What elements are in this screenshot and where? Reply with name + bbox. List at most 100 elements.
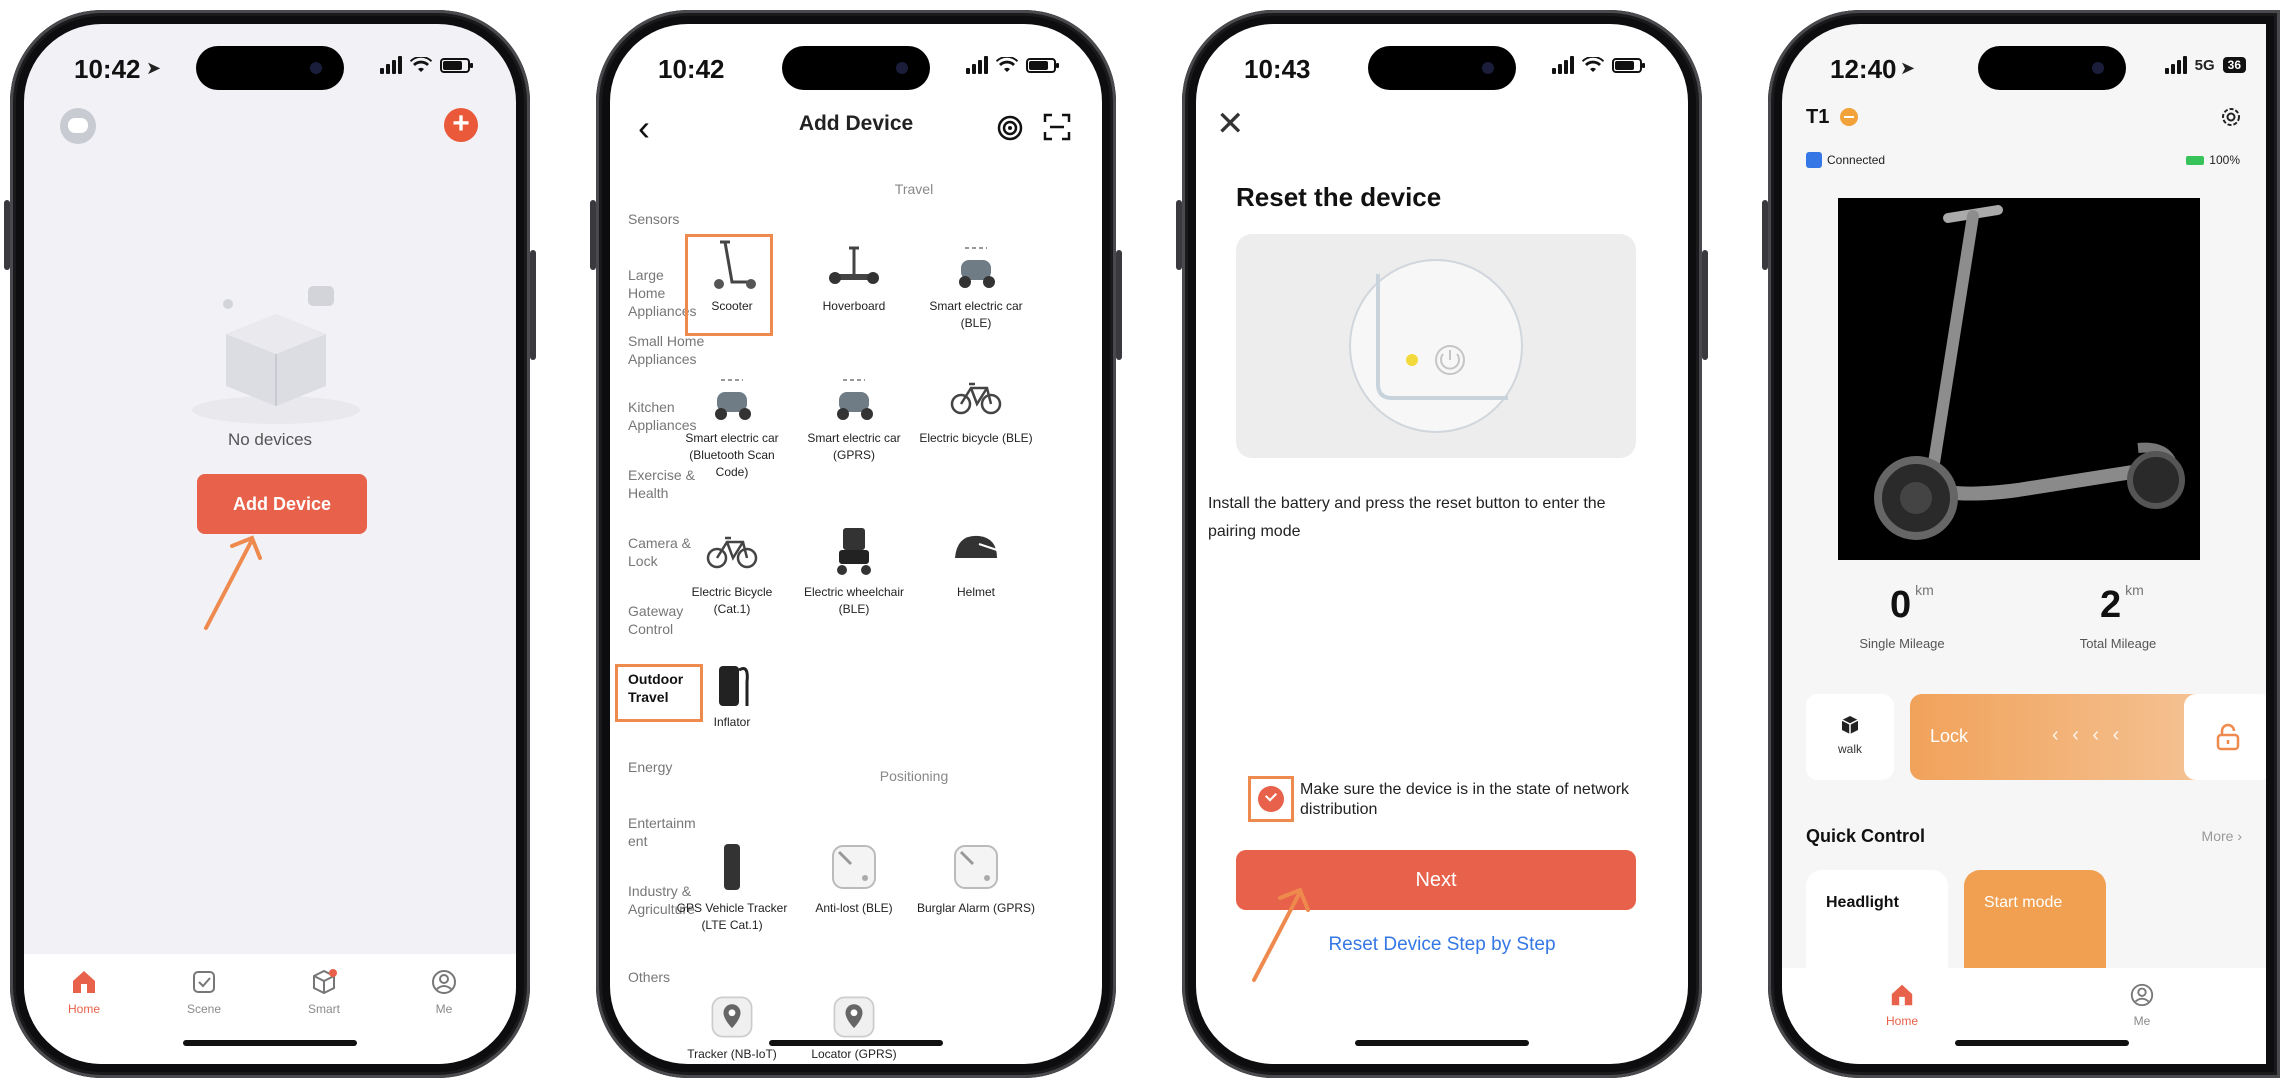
category-item[interactable]: Sensors xyxy=(628,210,718,228)
location-pin-icon xyxy=(711,996,753,1038)
settings-gear-icon[interactable] xyxy=(2220,106,2242,128)
reset-step-by-step-link[interactable]: Reset Device Step by Step xyxy=(1196,934,1688,956)
lock-slider[interactable]: Lock ‹ ‹ ‹ ‹ xyxy=(1910,694,2266,780)
battery-level: 100% xyxy=(2186,153,2240,167)
bluetooth-icon xyxy=(1806,152,1822,168)
screen: 12:40 ➤ 5G 36 T1 Connected 100% 0 km Sin… xyxy=(1782,24,2266,1064)
tab-bar: Home Me xyxy=(1782,968,2266,1064)
device-label: Inflator xyxy=(713,715,751,729)
smart-cube-icon xyxy=(313,969,337,995)
section-heading-positioning: Positioning xyxy=(879,768,949,784)
device-helmet[interactable]: Helmet xyxy=(916,524,1036,601)
tab-me-label: Me xyxy=(435,1002,453,1016)
tab-smart[interactable]: Smart xyxy=(284,968,364,1016)
category-item[interactable]: Small Home Appliances xyxy=(628,332,718,368)
total-mileage-unit: km xyxy=(2125,582,2144,598)
device-electric-wheelchair[interactable]: Electric wheelchair (BLE) xyxy=(794,524,914,618)
instruction-text: Install the battery and press the reset … xyxy=(1208,495,1606,540)
phone-home-empty: 10:42 ➤ + No devices Add Device Home Sce… xyxy=(4,10,536,1078)
total-mileage-number: 2 xyxy=(2100,584,2122,626)
scooter-photo xyxy=(1874,205,2185,540)
gps-tracker-icon xyxy=(724,844,740,890)
unlock-padlock-icon xyxy=(2216,723,2240,751)
highlight-box-scooter xyxy=(685,234,773,336)
dynamic-island xyxy=(196,46,344,90)
bicycle-icon xyxy=(950,382,1002,415)
walk-mode-button[interactable]: walk xyxy=(1806,694,1894,780)
screen: 10:43 ✕ Reset the device Install the bat… xyxy=(1196,24,1688,1064)
dynamic-island xyxy=(782,46,930,90)
category-item[interactable]: Energy xyxy=(628,758,718,776)
device-inflator[interactable]: Inflator xyxy=(672,654,792,731)
tag-icon xyxy=(954,845,998,889)
device-smart-electric-car-bluetooth[interactable]: Smart electric car (Bluetooth Scan Code) xyxy=(672,370,792,481)
electric-car-icon xyxy=(959,247,995,288)
location-pin-icon xyxy=(833,996,875,1038)
robot-avatar-icon[interactable] xyxy=(60,108,96,144)
signal-icon xyxy=(1552,56,1574,74)
home-indicator xyxy=(1355,1040,1529,1046)
tab-me[interactable]: Me xyxy=(2102,982,2182,1028)
more-link[interactable]: More › xyxy=(2202,828,2242,844)
device-label: Burglar Alarm (GPRS) xyxy=(916,901,1036,915)
reset-illustration xyxy=(1236,234,1636,458)
battery-level-icon xyxy=(2186,156,2205,165)
device-anti-lost[interactable]: Anti-lost (BLE) xyxy=(794,840,914,917)
device-label: Smart electric car (GPRS) xyxy=(807,431,901,462)
battery-icon xyxy=(1612,57,1645,73)
close-icon[interactable]: ✕ xyxy=(1216,104,1245,144)
status-time: 12:40 xyxy=(1830,54,1897,84)
device-smart-electric-car-gprs[interactable]: Smart electric car (GPRS) xyxy=(794,370,914,464)
tab-home[interactable]: Home xyxy=(44,968,124,1016)
device-electric-bicycle-ble[interactable]: Electric bicycle (BLE) xyxy=(916,370,1036,447)
scene-check-icon xyxy=(193,971,215,993)
category-item[interactable]: Others xyxy=(628,968,718,986)
page-title: Add Device xyxy=(798,112,914,135)
profile-icon xyxy=(432,970,456,994)
single-mileage-number: 0 xyxy=(1890,584,1912,626)
tab-me[interactable]: Me xyxy=(404,968,484,1016)
quick-control-heading: Quick Control xyxy=(1806,826,1926,846)
tab-scene[interactable]: Scene xyxy=(164,968,244,1016)
qr-scan-icon[interactable] xyxy=(1042,112,1072,142)
add-device-button[interactable]: Add Device xyxy=(197,474,367,534)
device-label: Locator (GPRS) xyxy=(811,1047,897,1061)
scan-target-icon[interactable] xyxy=(996,114,1024,142)
inflator-icon xyxy=(719,666,749,706)
wifi-icon xyxy=(410,57,432,72)
status-time: 10:43 xyxy=(1244,54,1311,84)
walk-cube-icon xyxy=(1841,716,1859,734)
location-arrow-icon: ➤ xyxy=(1900,58,1916,78)
power-button-illustration xyxy=(1349,259,1523,433)
device-electric-bicycle-cat1[interactable]: Electric Bicycle (Cat.1) xyxy=(672,524,792,618)
empty-box-illustration xyxy=(192,286,360,424)
device-locator[interactable]: Locator (GPRS) xyxy=(794,994,914,1063)
wheelchair-icon xyxy=(837,528,871,575)
device-smart-electric-car-ble[interactable]: Smart electric car (BLE) xyxy=(916,238,1036,332)
network-type: 5G xyxy=(2194,56,2215,74)
connection-status: Connected xyxy=(1827,153,1886,167)
phone-reset-device: 10:43 ✕ Reset the device Install the bat… xyxy=(1176,10,1708,1078)
phone-device-dashboard: 12:40 ➤ 5G 36 T1 Connected 100% 0 km Sin… xyxy=(1762,10,2280,1078)
tab-home[interactable]: Home xyxy=(1862,982,1942,1028)
profile-icon xyxy=(2130,983,2154,1007)
device-label: Tracker (NB-IoT) xyxy=(687,1047,777,1061)
device-burglar-alarm[interactable]: Burglar Alarm (GPRS) xyxy=(916,840,1036,917)
add-plus-button[interactable]: + xyxy=(444,108,478,142)
scooter-hero-image xyxy=(1838,198,2200,560)
single-mileage-label: Single Mileage xyxy=(1859,636,1945,651)
device-tracker[interactable]: Tracker (NB-IoT) xyxy=(672,994,792,1063)
lock-label: Lock xyxy=(1930,726,1969,746)
lock-handle[interactable] xyxy=(2184,694,2266,780)
tab-home-label: Home xyxy=(67,1002,100,1016)
tab-smart-label: Smart xyxy=(307,1002,340,1016)
tag-icon xyxy=(832,845,876,889)
device-label: Anti-lost (BLE) xyxy=(815,901,893,915)
signal-icon xyxy=(966,56,988,74)
walk-label: walk xyxy=(1837,742,1862,756)
battery-icon xyxy=(1026,57,1059,73)
device-hoverboard[interactable]: Hoverboard xyxy=(794,238,914,315)
status-time: 10:42 xyxy=(658,54,725,84)
device-gps-tracker[interactable]: GPS Vehicle Tracker (LTE Cat.1) xyxy=(672,840,792,934)
bicycle-icon xyxy=(706,536,758,569)
